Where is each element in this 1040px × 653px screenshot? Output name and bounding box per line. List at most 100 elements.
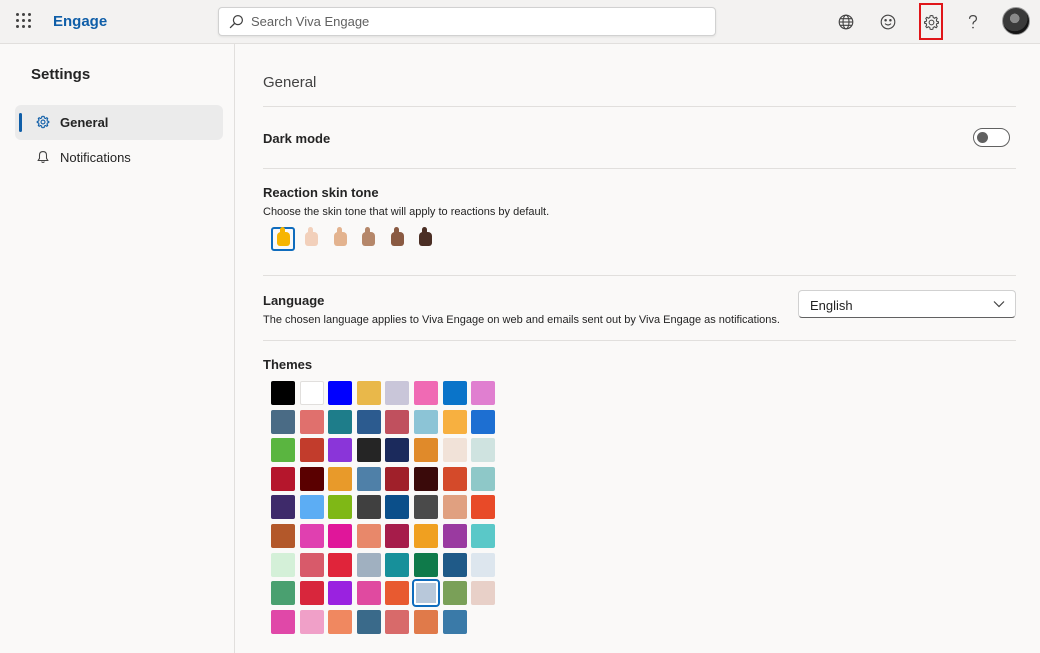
thumbs-up-icon	[419, 227, 432, 246]
theme-option[interactable]	[471, 409, 496, 434]
theme-option[interactable]	[442, 609, 467, 634]
theme-option[interactable]	[328, 381, 353, 405]
theme-option[interactable]	[356, 552, 381, 577]
theme-option[interactable]	[356, 409, 381, 434]
theme-option[interactable]	[271, 466, 295, 491]
theme-option[interactable]	[328, 524, 353, 548]
sidebar-item-general[interactable]: General	[15, 105, 223, 140]
theme-option[interactable]	[299, 381, 324, 405]
theme-option[interactable]	[356, 524, 381, 548]
theme-option[interactable]	[356, 609, 381, 634]
divider	[263, 168, 1016, 169]
skin-tone-option[interactable]	[300, 227, 324, 251]
theme-option[interactable]	[356, 581, 381, 606]
theme-option[interactable]	[385, 466, 410, 491]
skin-tone-option[interactable]	[357, 227, 381, 251]
theme-option[interactable]	[442, 409, 467, 434]
help-question-icon[interactable]	[960, 9, 986, 35]
theme-option[interactable]	[442, 495, 467, 520]
theme-option[interactable]	[414, 609, 438, 634]
theme-option[interactable]	[471, 466, 496, 491]
theme-option[interactable]	[471, 381, 496, 405]
theme-option[interactable]	[271, 552, 295, 577]
settings-content: General Dark mode Reaction skin tone Cho…	[236, 44, 1040, 653]
theme-option[interactable]	[356, 495, 381, 520]
theme-option[interactable]	[471, 495, 496, 520]
theme-option[interactable]	[271, 495, 295, 520]
theme-option[interactable]	[414, 381, 438, 405]
app-name[interactable]: Engage	[53, 13, 107, 30]
theme-option[interactable]	[471, 438, 496, 463]
search-input[interactable]	[251, 8, 701, 35]
theme-option[interactable]	[414, 466, 438, 491]
theme-option[interactable]	[385, 581, 410, 606]
theme-option[interactable]	[412, 579, 440, 608]
theme-option[interactable]	[299, 409, 324, 434]
user-avatar[interactable]	[1002, 7, 1030, 35]
theme-option[interactable]	[299, 466, 324, 491]
theme-option[interactable]	[271, 524, 295, 548]
theme-option[interactable]	[414, 409, 438, 434]
theme-option[interactable]	[356, 438, 381, 463]
skin-tone-option[interactable]	[414, 227, 438, 251]
theme-option[interactable]	[442, 438, 467, 463]
theme-option[interactable]	[385, 381, 410, 405]
skin-tone-option[interactable]	[271, 227, 295, 251]
theme-option[interactable]	[442, 381, 467, 405]
theme-option[interactable]	[328, 409, 353, 434]
theme-option[interactable]	[271, 381, 295, 405]
theme-option[interactable]	[414, 438, 438, 463]
theme-option[interactable]	[328, 438, 353, 463]
theme-option[interactable]	[328, 552, 353, 577]
language-globe-icon[interactable]	[833, 9, 859, 35]
emoji-smile-icon[interactable]	[875, 9, 901, 35]
theme-option[interactable]	[442, 466, 467, 491]
theme-option[interactable]	[271, 609, 295, 634]
app-launcher-icon[interactable]	[16, 13, 32, 29]
theme-option[interactable]	[442, 552, 467, 577]
theme-option[interactable]	[271, 581, 295, 606]
theme-option[interactable]	[414, 524, 438, 548]
skin-tone-description: Choose the skin tone that will apply to …	[263, 206, 550, 218]
theme-option[interactable]	[385, 609, 410, 634]
theme-option[interactable]	[299, 524, 324, 548]
language-description: The chosen language applies to Viva Enga…	[263, 314, 780, 326]
theme-option[interactable]	[328, 495, 353, 520]
theme-option[interactable]	[299, 495, 324, 520]
theme-option[interactable]	[471, 581, 496, 606]
theme-option[interactable]	[385, 552, 410, 577]
theme-option[interactable]	[414, 552, 438, 577]
theme-option[interactable]	[385, 524, 410, 548]
theme-option[interactable]	[299, 581, 324, 606]
theme-option[interactable]	[385, 438, 410, 463]
theme-option[interactable]	[471, 524, 496, 548]
theme-option[interactable]	[299, 438, 324, 463]
dark-mode-toggle[interactable]	[973, 128, 1010, 147]
theme-option[interactable]	[385, 495, 410, 520]
theme-option[interactable]	[299, 552, 324, 577]
theme-option[interactable]	[271, 409, 295, 434]
sidebar-title: Settings	[31, 66, 91, 83]
language-dropdown[interactable]: English	[798, 290, 1016, 318]
chevron-down-icon	[993, 301, 1005, 308]
settings-gear-icon[interactable]	[918, 9, 944, 35]
theme-option[interactable]	[356, 466, 381, 491]
thumbs-up-icon	[390, 227, 404, 246]
search-box[interactable]	[218, 7, 716, 36]
skin-tone-option[interactable]	[328, 227, 352, 251]
theme-option[interactable]	[328, 581, 353, 606]
theme-option[interactable]	[356, 381, 381, 405]
theme-option[interactable]	[471, 552, 496, 577]
sidebar-item-label: General	[60, 115, 109, 130]
theme-option[interactable]	[414, 495, 438, 520]
theme-option[interactable]	[299, 609, 324, 634]
theme-option[interactable]	[442, 581, 467, 606]
skin-tone-option[interactable]	[385, 227, 409, 251]
theme-option[interactable]	[328, 609, 353, 634]
sidebar-item-notifications[interactable]: Notifications	[15, 140, 223, 175]
theme-option[interactable]	[328, 466, 353, 491]
skin-tone-label: Reaction skin tone	[263, 185, 379, 200]
theme-option[interactable]	[385, 409, 410, 434]
theme-option[interactable]	[442, 524, 467, 548]
theme-option[interactable]	[271, 438, 295, 463]
